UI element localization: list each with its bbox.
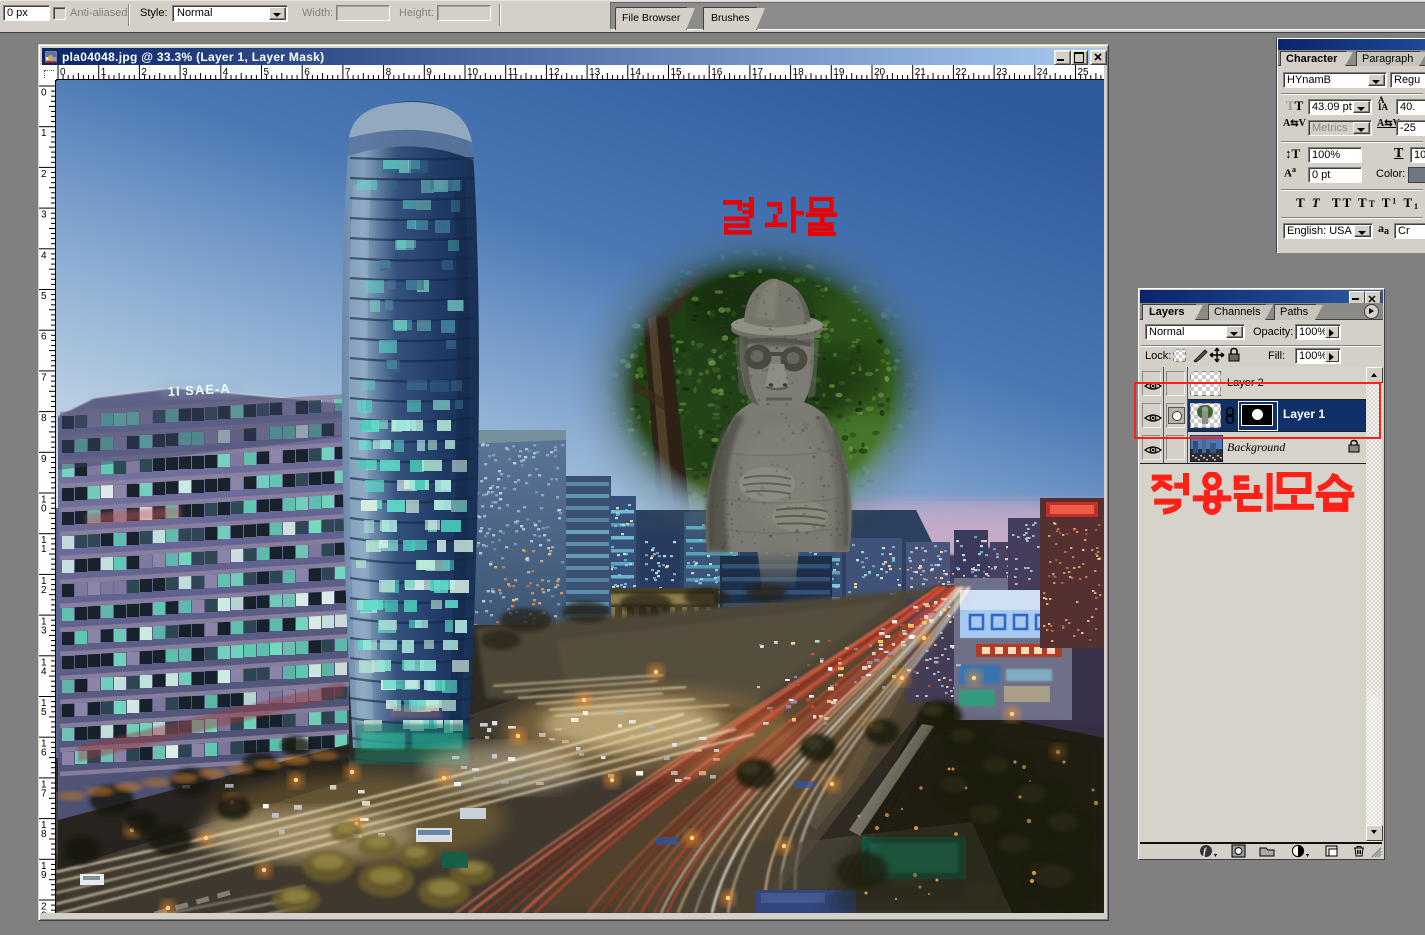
svg-text:6: 6 (41, 332, 47, 343)
svg-text:4: 4 (41, 250, 47, 261)
svg-text:20: 20 (874, 67, 886, 78)
svg-text:8: 8 (41, 829, 47, 840)
svg-text:3: 3 (41, 210, 47, 221)
svg-text:7: 7 (41, 372, 47, 383)
svg-text:14: 14 (630, 67, 642, 78)
svg-text:23: 23 (996, 67, 1008, 78)
svg-text:5: 5 (41, 291, 47, 302)
svg-text:0: 0 (41, 911, 47, 914)
svg-text:0: 0 (41, 88, 47, 99)
svg-text:7: 7 (41, 788, 47, 799)
svg-text:21: 21 (915, 67, 927, 78)
svg-text:19: 19 (833, 67, 845, 78)
svg-text:12: 12 (548, 67, 560, 78)
svg-text:4: 4 (41, 666, 47, 677)
svg-text:15: 15 (671, 67, 683, 78)
svg-text:1: 1 (41, 128, 47, 139)
svg-text:10: 10 (467, 67, 479, 78)
svg-text:13: 13 (589, 67, 601, 78)
svg-text:1: 1 (41, 544, 47, 555)
svg-text:8: 8 (41, 413, 47, 424)
svg-text:11: 11 (508, 67, 519, 78)
svg-text:24: 24 (1037, 67, 1049, 78)
svg-text:2: 2 (41, 585, 47, 596)
svg-text:9: 9 (41, 870, 47, 881)
svg-text:9: 9 (41, 454, 47, 465)
svg-text:3: 3 (41, 626, 47, 637)
svg-text:6: 6 (41, 748, 47, 759)
svg-text:16: 16 (711, 67, 723, 78)
svg-text:18: 18 (793, 67, 805, 78)
svg-text:2: 2 (41, 169, 47, 180)
svg-text:17: 17 (752, 67, 764, 78)
svg-text:0: 0 (41, 504, 47, 515)
svg-text:5: 5 (41, 707, 47, 718)
svg-text:25: 25 (1078, 67, 1090, 78)
svg-text:22: 22 (955, 67, 967, 78)
